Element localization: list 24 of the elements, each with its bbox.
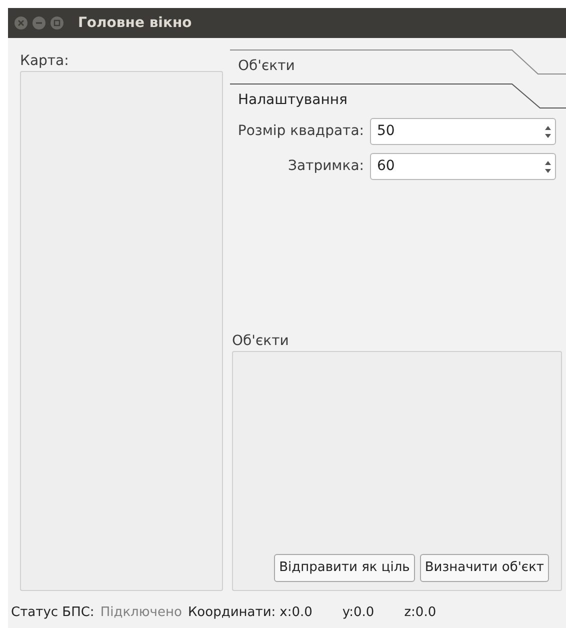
z-coordinate: z:0.0 xyxy=(404,604,436,622)
objects-label: Об'єкти xyxy=(232,332,290,351)
map-label: Карта: xyxy=(20,52,70,71)
maximize-icon[interactable] xyxy=(50,16,64,30)
x-coordinate: x:0.0 xyxy=(280,604,312,622)
spin-arrows-icon[interactable] xyxy=(544,160,552,174)
status-value: Підключено xyxy=(100,604,182,622)
close-icon[interactable] xyxy=(14,16,28,30)
spin-value: 50 xyxy=(376,122,396,141)
spin-box[interactable]: 50 xyxy=(370,118,556,145)
field-label: Розмір квадрата: xyxy=(236,122,365,141)
spin-box[interactable]: 60 xyxy=(370,153,556,180)
window-title: Головне вікно xyxy=(78,14,192,32)
y-coordinate: y:0.0 xyxy=(342,604,374,622)
spin-value: 60 xyxy=(376,157,396,176)
spin-arrows-icon[interactable] xyxy=(544,124,552,138)
action-button[interactable]: Визначити об'єкт xyxy=(420,554,549,582)
toolbox-tab[interactable]: Об'єкти xyxy=(230,49,566,83)
action-button[interactable]: Відправити як ціль xyxy=(274,554,415,582)
coordinates-label: Координати: xyxy=(188,604,276,622)
status-label: Статус БПС: xyxy=(11,604,94,622)
field-label: Затримка: xyxy=(286,157,365,176)
minimize-icon[interactable] xyxy=(32,16,46,30)
toolbox-tab[interactable]: Налаштування xyxy=(230,83,566,117)
